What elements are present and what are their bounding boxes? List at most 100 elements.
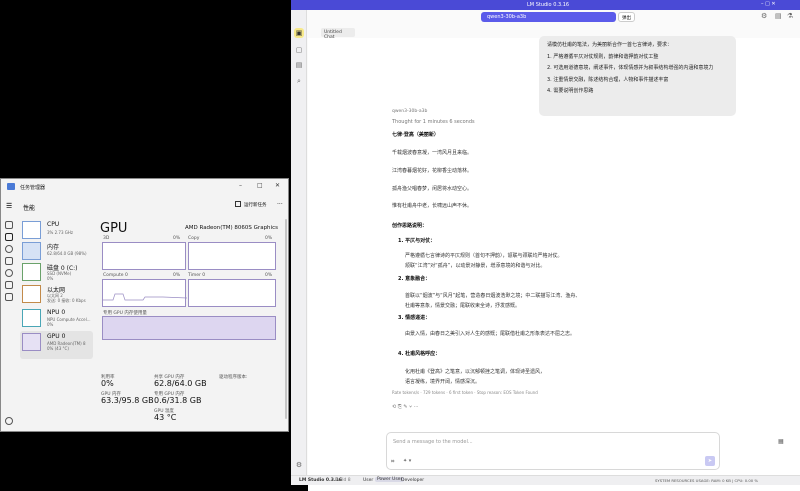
scrollbar[interactable] xyxy=(285,219,287,419)
lm-studio-window: LM Studio 0.3.16 – □ ✕ qwen3-30b-a3b 弹出 … xyxy=(291,0,800,491)
stat-gpu-mem-value: 63.3/95.8 GB xyxy=(101,396,154,405)
thought-toggle[interactable]: Thought for 1 minutes 6 seconds xyxy=(392,119,475,125)
graph-pct-copy: 0% xyxy=(265,236,273,241)
graph-label-timer: Timer 0 xyxy=(188,273,206,278)
graph-compute xyxy=(102,279,188,307)
rail-settings-icon[interactable]: ⚙ xyxy=(294,460,304,470)
eject-label: 弹出 xyxy=(622,16,631,21)
message-actions[interactable]: ⟲ ⎘ ✎ ⑂ ⋯ xyxy=(392,404,419,410)
beaker-icon[interactable]: ⚗ xyxy=(787,12,793,20)
discover-icon[interactable]: ⌕ xyxy=(294,76,304,86)
user-message-item: 2. 可选用道德意境，阐述事件，体现情感并为叙事结构增强的内涵和意境力 xyxy=(547,65,714,71)
panel-toggle-icon[interactable]: ▤ xyxy=(775,12,782,20)
history-icon[interactable] xyxy=(5,245,13,253)
status-bar: LM Studio 0.3.16 Build 8 User Power User… xyxy=(291,475,800,485)
section-title: 性能 xyxy=(23,205,36,212)
sidebar-item-sub2: 发送: 0 接收: 0 Kbps xyxy=(47,298,86,303)
chat-tab[interactable]: Untitled Chat xyxy=(321,28,355,40)
user-message: 请模仿杜甫的笔法，为美丽新合作一首七言律诗，要求： 1. 严格遵循平仄对仗规则，… xyxy=(539,36,736,116)
note-heading: 1. 平仄与对仗： xyxy=(398,238,436,244)
status-build: Build 8 xyxy=(335,478,351,483)
task-manager-header: ☰ 性能 运行新任务 ··· xyxy=(1,195,288,217)
details-icon[interactable] xyxy=(5,281,13,289)
minimize-icon[interactable]: – xyxy=(239,182,242,189)
maximize-icon[interactable]: □ xyxy=(257,182,263,189)
poem-title: 七律·登高（美丽新） xyxy=(392,132,439,138)
user-message-item: 3. 注重情景交融，陈述结构合理，人物和事件描述丰富 xyxy=(547,76,669,83)
mode-power-user[interactable]: Power User xyxy=(375,477,405,482)
close-icon[interactable]: ✕ xyxy=(275,182,280,189)
poem-line: 孤舟渔父唱春梦，闲居将水动空心。 xyxy=(392,186,473,192)
stat-dedicated-value: 0.6/31.8 GB xyxy=(154,396,202,405)
gpu-model: AMD Radeon(TM) 8060S Graphics xyxy=(185,225,278,231)
message-input-box[interactable]: Send a message to the model... ⌗ ✦ ▾ ➤ xyxy=(386,432,720,470)
ethernet-sparkline xyxy=(22,285,41,303)
user-message-item: 4. 需要说明创作思路 xyxy=(547,88,594,94)
sidebar-item-sub2: 0% (43 °C) xyxy=(47,346,69,351)
graph-copy xyxy=(188,242,276,270)
graph-pct-compute: 0% xyxy=(173,273,181,278)
more-icon[interactable]: ··· xyxy=(277,201,283,208)
sidebar-item-sub2: 0% xyxy=(47,322,54,327)
my-models-icon[interactable]: ▤ xyxy=(294,60,304,70)
note-text: 杜甫等意象，情景交融；尾联收束全诗，抒发感慨。 xyxy=(405,303,521,309)
graph-label-copy: Copy xyxy=(188,236,200,241)
note-text: 首联以“烟波”与“风月”起笔，营造春日烟波浩渺之境；中二联描写江湾、渔舟、 xyxy=(405,293,581,299)
model-selector[interactable]: qwen3-30b-a3b xyxy=(481,12,616,22)
note-text: 颔联“江湾”对“孤舟”，以动景对静景，增添意境的和谐与对比。 xyxy=(405,263,546,269)
developer-icon[interactable]: ▢ xyxy=(294,45,304,55)
task-manager-nav-rail xyxy=(1,217,18,433)
sidebar-item-gpu[interactable]: GPU 0 AMD Radeon(TM) 8 0% (43 °C) xyxy=(20,331,93,359)
chat-panel: 请模仿杜甫的笔法，为美丽新合作一首七言律诗，要求： 1. 严格遵循平仄对仗规则，… xyxy=(308,36,800,491)
graph-label-3d: 3D xyxy=(103,236,110,241)
app-title: LM Studio 0.3.16 xyxy=(527,2,570,8)
sidebar-item-label: GPU 0 xyxy=(47,333,66,340)
send-button[interactable]: ➤ xyxy=(705,456,715,466)
note-heading: 2. 意象融合： xyxy=(398,276,431,282)
message-input-placeholder: Send a message to the model... xyxy=(393,439,473,445)
services-icon[interactable] xyxy=(5,293,13,301)
eject-button[interactable]: 弹出 xyxy=(618,12,635,22)
processes-icon[interactable] xyxy=(5,221,13,229)
chat-icon[interactable]: ▣ xyxy=(294,28,304,38)
model-chip-label: qwen3-30b-a3b xyxy=(487,14,527,20)
memory-sparkline xyxy=(22,242,41,260)
insert-button[interactable]: ✦ ▾ xyxy=(403,458,411,464)
graph-3d xyxy=(102,242,186,270)
mode-user[interactable]: User xyxy=(363,478,373,483)
window-controls[interactable]: – □ ✕ xyxy=(761,1,776,7)
gpu-sparkline xyxy=(22,333,41,351)
attach-icon[interactable]: ⌗ xyxy=(391,458,394,466)
generation-stats: Rate tokens/s · 729 tokens · 6 first tok… xyxy=(392,390,538,395)
startup-icon[interactable] xyxy=(5,257,13,265)
note-text: 化用杜甫《登高》之笔意，以沉郁顿挫之笔调，体现诗圣遗风， xyxy=(405,369,546,375)
run-task-button[interactable]: 运行新任务 xyxy=(244,202,267,208)
graph-pct-timer: 0% xyxy=(265,273,273,278)
mode-developer[interactable]: Developer xyxy=(401,478,424,483)
lm-titlebar: LM Studio 0.3.16 – □ ✕ xyxy=(291,0,800,10)
notes-title: 创作思路说明： xyxy=(392,223,428,229)
sidebar-item-sub: NPU Compute Accel... xyxy=(47,317,91,322)
sidebar-item-label: CPU xyxy=(47,221,60,228)
poem-line: 千载烟波春意凝，一湾风月且来临。 xyxy=(392,150,473,156)
note-text: 语言凝练，境界开阔，情感深沉。 xyxy=(405,379,481,385)
sidebar-item-label: 内存 xyxy=(47,244,60,251)
app-icon xyxy=(7,183,15,190)
users-icon[interactable] xyxy=(5,269,13,277)
assistant-model-name: qwen3-30b-a3b xyxy=(392,109,428,114)
hamburger-icon[interactable]: ☰ xyxy=(6,202,12,210)
compute-sparkline xyxy=(103,293,188,301)
settings-icon[interactable] xyxy=(5,417,13,425)
run-task-icon[interactable] xyxy=(235,201,241,207)
poem-line: 惟有杜甫舟中老，长啸远山声不休。 xyxy=(392,203,473,209)
note-heading: 3. 情感递进： xyxy=(398,315,431,321)
settings-gear-icon[interactable]: ⚙ xyxy=(761,12,767,20)
graph-pct-3d: 0% xyxy=(173,236,181,241)
graph-memory xyxy=(102,316,276,340)
stat-util-value: 0% xyxy=(101,379,114,388)
sidebar-item-sub2: 0% xyxy=(47,276,54,281)
poem-line: 江湾春暮烟花好，花柳香尘动落林。 xyxy=(392,168,473,174)
lm-left-rail: ▣ ▢ ▤ ⌕ ⚙ xyxy=(291,10,307,475)
stat-temp-value: 43 °C xyxy=(154,413,177,422)
performance-icon[interactable] xyxy=(5,233,13,241)
